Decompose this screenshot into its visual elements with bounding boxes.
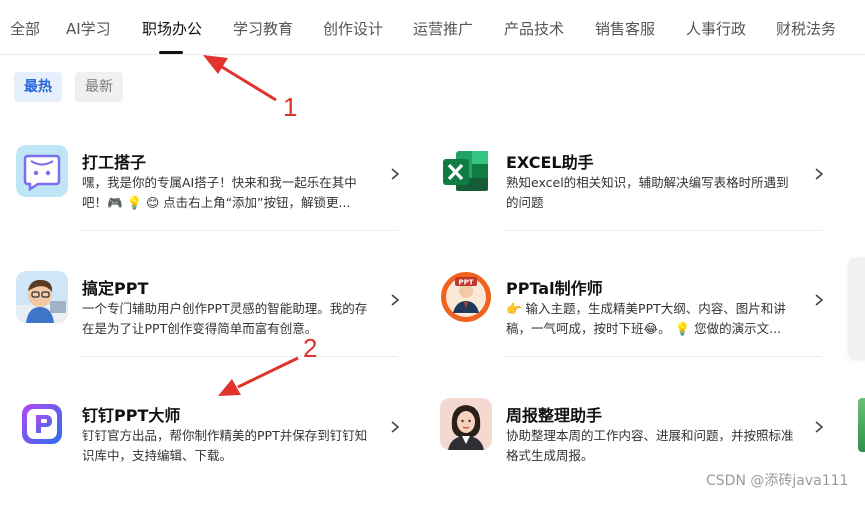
partial-app-icon <box>858 398 865 452</box>
chevron-right-icon <box>391 421 400 433</box>
agent-card[interactable]: 搞定PPT 一个专门辅助用户创作PPT灵感的智能助理。我的存在是为了让PPT创作… <box>16 271 416 381</box>
card-title: 搞定PPT <box>82 279 149 298</box>
card-title: 周报整理助手 <box>506 406 603 425</box>
chevron-right-icon <box>391 168 400 180</box>
tab-all[interactable]: 全部 <box>10 18 40 39</box>
card-description: 嘿，我是你的专属AI搭子！快来和我一起乐在其中吧！🎮 💡 😊 点击右上角“添加”… <box>82 175 357 210</box>
chevron-right-icon <box>815 294 824 306</box>
tab-hr-admin[interactable]: 人事行政 <box>686 18 746 39</box>
agent-card[interactable]: 打工搭子 嘿，我是你的专属AI搭子！快来和我一起乐在其中吧！🎮 💡 😊 点击右上… <box>16 145 416 255</box>
tab-workplace-office[interactable]: 职场办公 <box>142 18 202 39</box>
agent-card[interactable]: PPT PPTal制作师 👉 输入主题，生成精美PPT大纲、内容、图片和讲稿，一… <box>440 271 840 381</box>
filter-new-button[interactable]: 最新 <box>75 72 123 102</box>
tab-product-tech[interactable]: 产品技术 <box>504 18 564 39</box>
card-description: 熟知excel的相关知识，辅助解决编写表格时所遇到的问题 <box>506 175 789 210</box>
chevron-right-icon <box>391 294 400 306</box>
tab-creative-design[interactable]: 创作设计 <box>323 18 383 39</box>
card-description: 协助整理本周的工作内容、进展和问题，并按照标准格式生成周报。 <box>506 428 794 463</box>
card-description: 一个专门辅助用户创作PPT灵感的智能助理。我的存在是为了让PPT创作变得简单而富… <box>82 301 368 336</box>
ppt-badge-avatar: PPT <box>440 271 492 323</box>
card-divider <box>504 356 822 357</box>
agent-card[interactable]: 钉钉PPT大师 钉钉官方出品，帮你制作精美的PPT并保存到钉钉知识库中，支持编辑… <box>16 398 416 508</box>
card-divider <box>80 356 398 357</box>
agent-card[interactable]: EXCEL助手 熟知excel的相关知识，辅助解决编写表格时所遇到的问题 <box>440 145 840 255</box>
chat-bubble-icon <box>16 145 68 197</box>
annotation-label-2: 2 <box>303 333 318 363</box>
tab-ai-learning[interactable]: AI学习 <box>66 18 111 39</box>
card-divider <box>80 230 398 231</box>
tab-finance-legal[interactable]: 财税法务 <box>776 18 836 39</box>
watermark: CSDN @添砖java111 <box>706 473 849 489</box>
annotation-arrow-1 <box>203 55 277 102</box>
card-title: 钉钉PPT大师 <box>82 406 181 425</box>
tab-operations[interactable]: 运营推广 <box>413 18 473 39</box>
side-panel-stub[interactable] <box>848 258 865 360</box>
chevron-right-icon <box>815 168 824 180</box>
chevron-right-icon <box>815 421 824 433</box>
card-divider <box>504 230 822 231</box>
tab-sales-service[interactable]: 销售客服 <box>595 18 655 39</box>
card-title: PPTal制作师 <box>506 279 603 298</box>
agent-card[interactable]: 周报整理助手 协助整理本周的工作内容、进展和问题，并按照标准格式生成周报。 <box>440 398 840 508</box>
category-tab-bar: 全部 AI学习 职场办公 学习教育 创作设计 运营推广 产品技术 销售客服 人事… <box>0 0 865 55</box>
annotation-label-1: 1 <box>283 92 298 122</box>
active-tab-indicator <box>159 51 183 54</box>
card-description: 👉 输入主题，生成精美PPT大纲、内容、图片和讲稿，一气呵成，按时下班😂。 💡 … <box>506 301 786 336</box>
filter-hot-button[interactable]: 最热 <box>14 72 62 102</box>
woman-avatar <box>440 398 492 450</box>
card-title: EXCEL助手 <box>506 153 594 172</box>
card-title: 打工搭子 <box>82 153 147 172</box>
tab-education[interactable]: 学习教育 <box>233 18 293 39</box>
dingtalk-ppt-icon <box>16 398 68 450</box>
excel-icon <box>440 145 492 197</box>
svg-text:PPT: PPT <box>458 279 473 287</box>
card-description: 钉钉官方出品，帮你制作精美的PPT并保存到钉钉知识库中，支持编辑、下载。 <box>82 428 368 463</box>
cartoon-boy-avatar <box>16 271 68 323</box>
